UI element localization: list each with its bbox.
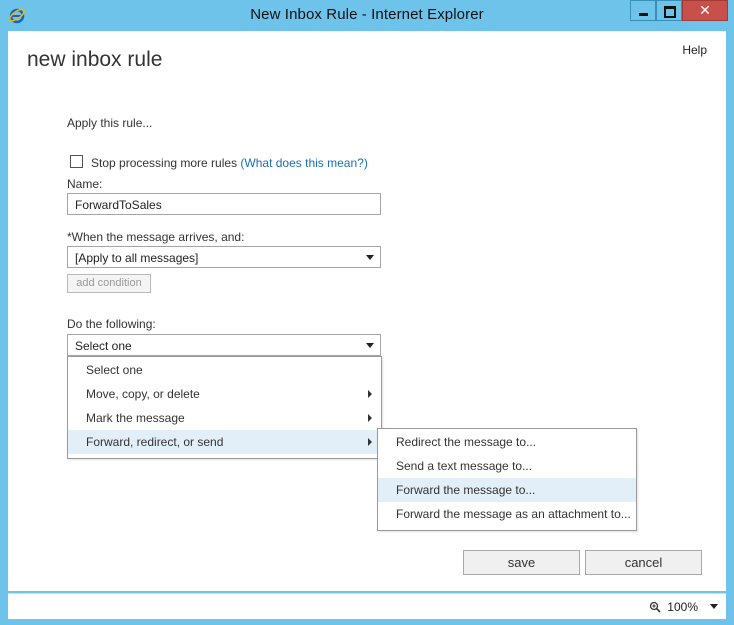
submenu-item-label: Forward the message as an attachment to.…	[396, 507, 631, 521]
menu-item-select-one[interactable]: Select one	[68, 358, 381, 382]
zoom-icon	[649, 601, 661, 613]
maximize-button[interactable]	[656, 0, 682, 21]
submenu-item-label: Forward the message to...	[396, 483, 536, 497]
title-bar: New Inbox Rule - Internet Explorer ✕	[0, 0, 734, 30]
add-condition-button[interactable]: add condition	[67, 274, 151, 293]
help-link[interactable]: Help	[682, 43, 707, 57]
stop-processing-text: Stop processing more rules	[91, 156, 238, 170]
close-icon: ✕	[699, 2, 711, 18]
zoom-dropdown-icon[interactable]	[710, 604, 718, 609]
condition-select[interactable]: [Apply to all messages]	[67, 246, 381, 268]
dropdown-caret-icon	[366, 255, 374, 260]
menu-item-label: Move, copy, or delete	[86, 387, 200, 401]
submenu-item-label: Redirect the message to...	[396, 435, 537, 449]
action-select-value: Select one	[75, 339, 132, 353]
status-bar: 100%	[8, 593, 726, 619]
save-button[interactable]: save	[463, 550, 580, 575]
submenu-arrow-icon	[368, 438, 372, 446]
action-select[interactable]: Select one	[67, 334, 381, 356]
menu-item-mark-message[interactable]: Mark the message	[68, 406, 381, 430]
cancel-button[interactable]: cancel	[585, 550, 702, 575]
apply-rule-label: Apply this rule...	[67, 116, 153, 130]
submenu-arrow-icon	[368, 390, 372, 398]
zoom-level: 100%	[667, 600, 698, 614]
submenu-item-forward[interactable]: Forward the message to...	[378, 478, 636, 502]
menu-item-label: Select one	[86, 363, 143, 377]
menu-item-move-copy-delete[interactable]: Move, copy, or delete	[68, 382, 381, 406]
condition-select-value: [Apply to all messages]	[75, 251, 199, 265]
zoom-control[interactable]: 100%	[649, 600, 698, 614]
submenu-item-forward-attachment[interactable]: Forward the message as an attachment to.…	[378, 502, 636, 526]
when-message-arrives-label: *When the message arrives, and:	[67, 230, 245, 244]
stop-processing-label: Stop processing more rules (What does th…	[91, 156, 368, 170]
rule-dialog: new inbox rule Help Apply this rule... S…	[8, 31, 726, 591]
minimize-button[interactable]	[630, 0, 656, 21]
submenu-item-label: Send a text message to...	[396, 459, 533, 473]
submenu-item-redirect[interactable]: Redirect the message to...	[378, 430, 636, 454]
what-does-this-mean-link[interactable]: (What does this mean?)	[240, 156, 367, 170]
dropdown-caret-icon	[366, 343, 374, 348]
close-button[interactable]: ✕	[682, 0, 728, 21]
page-title: new inbox rule	[27, 48, 163, 71]
forward-submenu: Redirect the message to... Send a text m…	[377, 428, 637, 531]
window-title: New Inbox Rule - Internet Explorer	[250, 6, 484, 23]
menu-item-label: Mark the message	[86, 411, 185, 425]
submenu-item-send-text[interactable]: Send a text message to...	[378, 454, 636, 478]
action-dropdown-menu: Select one Move, copy, or delete Mark th…	[67, 356, 382, 459]
menu-item-label: Forward, redirect, or send	[86, 435, 224, 449]
stop-processing-checkbox[interactable]	[70, 155, 83, 168]
do-following-label: Do the following:	[67, 317, 156, 331]
submenu-arrow-icon	[368, 414, 372, 422]
name-label: Name:	[67, 177, 103, 191]
menu-item-forward-redirect-send[interactable]: Forward, redirect, or send	[68, 430, 381, 454]
name-input[interactable]: ForwardToSales	[67, 193, 381, 215]
